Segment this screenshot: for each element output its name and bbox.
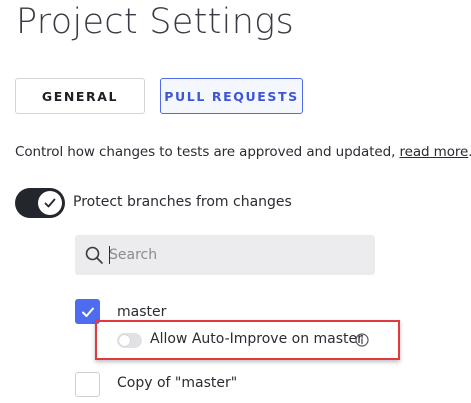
search-input[interactable]	[109, 243, 359, 267]
branch-copy-checkbox[interactable]	[75, 372, 100, 397]
branch-copy-label: Copy of "master"	[117, 375, 238, 391]
protect-branches-label: Protect branches from changes	[73, 194, 292, 210]
read-more-link[interactable]: read more	[399, 144, 468, 160]
toggle-knob	[119, 335, 130, 346]
protect-branches-toggle[interactable]	[15, 188, 65, 218]
checkmark-icon	[44, 198, 56, 208]
info-icon[interactable]	[355, 333, 369, 347]
tab-pull-requests[interactable]: PULL REQUESTS	[160, 78, 303, 114]
description-body: Control how changes to tests are approve…	[15, 144, 396, 160]
description-text: Control how changes to tests are approve…	[15, 144, 471, 160]
text-caret	[109, 246, 110, 264]
page-title: Project Settings	[16, 2, 295, 42]
branch-master-label: master	[117, 304, 167, 320]
auto-improve-toggle[interactable]	[117, 333, 142, 348]
search-box[interactable]	[75, 235, 375, 275]
auto-improve-label: Allow Auto-Improve on master	[150, 331, 363, 347]
checkmark-icon	[81, 307, 94, 317]
search-icon	[85, 246, 103, 264]
toggle-knob	[38, 191, 62, 215]
tab-general[interactable]: GENERAL	[15, 78, 145, 114]
